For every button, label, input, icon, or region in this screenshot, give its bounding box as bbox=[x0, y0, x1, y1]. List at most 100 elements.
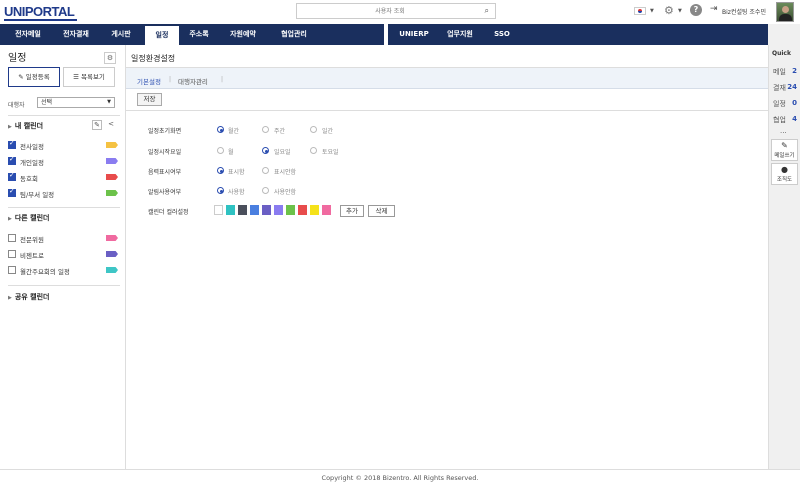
gear-icon[interactable]: ⚙ bbox=[664, 4, 674, 17]
calendar-checkbox[interactable] bbox=[8, 234, 16, 242]
color-swatch[interactable] bbox=[238, 205, 247, 215]
calendar-item[interactable]: 팀/부서 일정 bbox=[8, 187, 118, 200]
calendar-color-tag bbox=[106, 190, 118, 196]
nav-item-sso[interactable]: SSO bbox=[488, 24, 516, 45]
radio-lunar-hide[interactable] bbox=[262, 167, 269, 174]
search-box[interactable]: ⌕ bbox=[296, 3, 496, 19]
calendar-item[interactable]: 개인일정 bbox=[8, 155, 118, 168]
calendar-item[interactable]: 월간주요회의 일정 bbox=[8, 265, 118, 277]
list-icon: ☰ bbox=[73, 73, 81, 81]
proxy-select-value: 선택 bbox=[41, 99, 53, 106]
calendar-checkbox[interactable] bbox=[8, 139, 16, 149]
quick-title: Quick bbox=[772, 50, 791, 57]
divider bbox=[8, 285, 120, 286]
edit-calendar-icon[interactable]: ✎ bbox=[92, 120, 102, 130]
nav-item-mail[interactable]: 전자메일 bbox=[6, 24, 50, 45]
chevron-down-icon[interactable]: ▼ bbox=[678, 8, 682, 14]
nav-item-addressbook[interactable]: 주소록 bbox=[182, 24, 216, 45]
save-button[interactable]: 저장 bbox=[137, 93, 162, 106]
quick-item-approval[interactable]: 결재 24 bbox=[773, 83, 797, 93]
calendar-checkbox[interactable] bbox=[8, 171, 16, 181]
nav-item-schedule[interactable]: 일정 bbox=[145, 26, 179, 45]
quick-count: 4 bbox=[792, 115, 797, 123]
radio-monthly[interactable] bbox=[217, 126, 224, 133]
nav-item-unierp[interactable]: UNIERP bbox=[394, 24, 434, 45]
notification-label: 알림사용여부 bbox=[148, 189, 182, 196]
search-icon[interactable]: ⌕ bbox=[485, 6, 489, 16]
footer: Copyright © 2018 Bizentro. All Rights Re… bbox=[0, 469, 800, 486]
logo[interactable]: UNIPORTAL bbox=[4, 4, 75, 19]
calendar-label: 동호회 bbox=[20, 175, 38, 183]
color-swatch[interactable] bbox=[322, 205, 331, 215]
start-day-label: 일정시작요일 bbox=[148, 149, 182, 156]
search-input[interactable] bbox=[305, 4, 475, 18]
help-icon[interactable]: ? bbox=[690, 4, 702, 16]
calendar-item[interactable]: 전사일정 bbox=[8, 139, 118, 152]
calendar-label: 팀/부서 일정 bbox=[20, 191, 55, 199]
calendar-checkbox[interactable] bbox=[8, 250, 16, 258]
divider bbox=[126, 110, 768, 111]
radio-weekly[interactable] bbox=[262, 126, 269, 133]
nav-item-collab[interactable]: 협업관리 bbox=[272, 24, 316, 45]
logo-underline bbox=[4, 19, 77, 21]
quick-item-schedule[interactable]: 일정 0 bbox=[773, 99, 797, 109]
radio-lunar-show[interactable] bbox=[217, 167, 224, 174]
calendar-color-tag bbox=[106, 235, 118, 241]
org-chart-label: 조직도 bbox=[776, 177, 793, 183]
radio-label: 월 bbox=[228, 149, 234, 156]
more-icon[interactable]: ... bbox=[780, 127, 787, 135]
avatar[interactable] bbox=[776, 2, 794, 22]
register-schedule-button[interactable]: ✎ 일정등록 bbox=[8, 67, 60, 87]
write-mail-label: 메일쓰기 bbox=[774, 153, 795, 159]
calendar-item[interactable]: 동호회 bbox=[8, 171, 118, 184]
quick-count: 24 bbox=[787, 83, 797, 91]
calendar-color-tag bbox=[106, 142, 118, 148]
calendar-item[interactable]: 비젠트로 bbox=[8, 249, 118, 261]
add-color-button[interactable]: 추가 bbox=[340, 205, 364, 217]
chevron-down-icon[interactable]: ▼ bbox=[650, 8, 654, 14]
radio-saturday[interactable] bbox=[310, 147, 317, 154]
org-chart-button[interactable]: ● 조직도 bbox=[771, 163, 798, 185]
lunar-display-label: 음력표시여부 bbox=[148, 169, 182, 176]
radio-notify-off[interactable] bbox=[262, 187, 269, 194]
share-icon[interactable]: < bbox=[106, 120, 116, 130]
nav-item-resource[interactable]: 자원예약 bbox=[222, 24, 264, 45]
write-mail-button[interactable]: ✎ 메일쓰기 bbox=[771, 139, 798, 161]
caret-right-icon: ▶ bbox=[8, 124, 12, 130]
quick-label: 메일 bbox=[773, 68, 786, 76]
my-calendar-header[interactable]: ▶ 내 캘린더 bbox=[8, 121, 43, 131]
calendar-item[interactable]: 전문위원 bbox=[8, 233, 118, 245]
color-swatch[interactable] bbox=[250, 205, 259, 215]
color-swatch[interactable] bbox=[298, 205, 307, 215]
calendar-checkbox[interactable] bbox=[8, 187, 16, 197]
language-flag-icon[interactable] bbox=[634, 7, 646, 15]
nav-item-support[interactable]: 업무지원 bbox=[440, 24, 480, 45]
radio-sunday[interactable] bbox=[262, 147, 269, 154]
other-calendar-header[interactable]: ▶ 다른 캘린더 bbox=[8, 213, 50, 223]
list-view-button[interactable]: ☰ 목록보기 bbox=[63, 67, 115, 87]
color-swatch[interactable] bbox=[214, 205, 223, 215]
color-swatch[interactable] bbox=[226, 205, 235, 215]
quick-item-collab[interactable]: 협업 4 bbox=[773, 115, 797, 125]
color-swatch[interactable] bbox=[274, 205, 283, 215]
nav-item-board[interactable]: 게시판 bbox=[102, 24, 140, 45]
tab-basic-settings[interactable]: 기본설정 bbox=[137, 76, 161, 86]
color-swatch[interactable] bbox=[310, 205, 319, 215]
shared-calendar-header[interactable]: ▶ 공유 캘린더 bbox=[8, 292, 50, 302]
delete-color-button[interactable]: 삭제 bbox=[368, 205, 395, 217]
proxy-select[interactable]: 선택 ▼ bbox=[37, 97, 115, 108]
color-swatch[interactable] bbox=[262, 205, 271, 215]
color-swatch[interactable] bbox=[286, 205, 295, 215]
calendar-color-tag bbox=[106, 158, 118, 164]
quick-item-mail[interactable]: 메일 2 bbox=[773, 67, 797, 77]
radio-notify-on[interactable] bbox=[217, 187, 224, 194]
radio-monday[interactable] bbox=[217, 147, 224, 154]
calendar-checkbox[interactable] bbox=[8, 155, 16, 165]
caret-right-icon: ▶ bbox=[8, 216, 12, 222]
radio-daily[interactable] bbox=[310, 126, 317, 133]
logout-icon[interactable]: ⇥ bbox=[710, 4, 718, 14]
tab-proxy-management[interactable]: 대행자관리 bbox=[178, 76, 208, 86]
settings-gear-icon[interactable]: ⚙ bbox=[104, 52, 116, 64]
nav-item-approval[interactable]: 전자결재 bbox=[54, 24, 98, 45]
calendar-checkbox[interactable] bbox=[8, 266, 16, 274]
